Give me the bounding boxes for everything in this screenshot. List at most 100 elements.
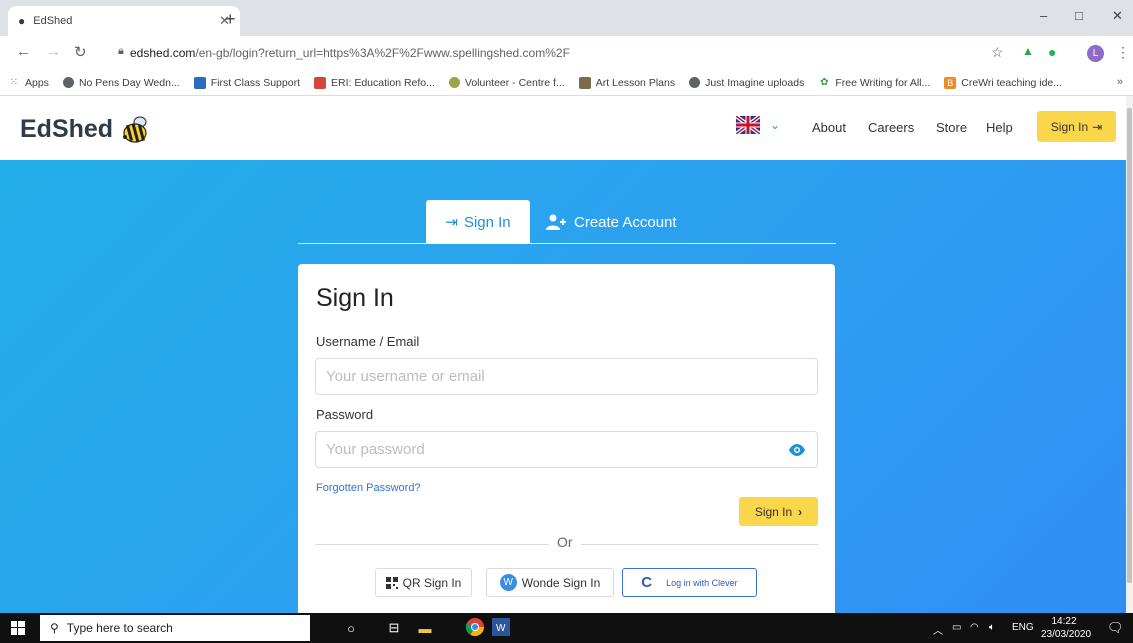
volume-icon[interactable]: 🔈︎ [989, 622, 995, 633]
cortana-icon[interactable]: ○ [340, 618, 362, 638]
nav-careers[interactable]: Careers [868, 120, 914, 135]
add-user-icon [546, 214, 566, 230]
uk-flag-icon[interactable] [736, 116, 760, 134]
eri-icon [314, 76, 326, 89]
bookmark-item[interactable]: ✿ Free Writing for All... [818, 77, 930, 89]
wifi-icon[interactable]: ◠ [970, 622, 979, 633]
tab-sign-in-label: Sign In [463, 213, 511, 231]
tab-create-account-label: Create Account [574, 213, 677, 231]
bookmark-item[interactable]: ERI: Education Refo... [314, 76, 435, 89]
url-path: /en-gb/login?return_url=https%3A%2F%2Fww… [195, 46, 570, 60]
bookmark-item[interactable]: First Class Support [193, 76, 300, 89]
volunteer-icon [448, 77, 460, 88]
bookmark-item[interactable]: B CreWri teaching ide... [944, 76, 1063, 89]
extension-icon-2[interactable]: ● [1048, 44, 1056, 60]
clever-logo-icon: C [641, 574, 653, 591]
wonde-sign-in-button[interactable]: W Wonde Sign In [486, 568, 614, 597]
reload-icon[interactable]: ↻ [74, 43, 87, 61]
taskbar-search-box[interactable]: ⚲ Type here to search [40, 615, 310, 641]
edshed-logo[interactable]: EdShed [20, 113, 151, 145]
bookmark-item[interactable]: Art Lesson Plans [578, 76, 676, 89]
url-host: edshed.com [130, 46, 196, 60]
svg-text:W: W [496, 623, 506, 634]
qr-sign-in-button[interactable]: QR Sign In [375, 568, 472, 597]
word-icon[interactable]: W [490, 617, 512, 637]
menu-kebab-icon[interactable]: ⋮ [1116, 44, 1130, 61]
header-sign-in-button[interactable]: Sign In ⇥ [1037, 111, 1116, 142]
sign-in-submit-button[interactable]: Sign In › [739, 497, 818, 526]
nav-about[interactable]: About [812, 120, 846, 135]
lock-icon: 🔒︎ [118, 45, 124, 57]
username-label: Username / Email [316, 334, 420, 349]
password-input[interactable] [315, 431, 818, 468]
blogger-icon: B [944, 76, 957, 89]
bookmark-item[interactable]: Volunteer - Centre f... [448, 77, 565, 89]
bookmark-label: Free Writing for All... [835, 76, 931, 89]
task-view-icon[interactable]: ⊟ [383, 618, 405, 638]
clock-time: 14:22 [1051, 616, 1077, 627]
forward-arrow-icon[interactable]: → [46, 43, 61, 60]
bookmark-apps[interactable]: ⁙ Apps [8, 77, 49, 89]
bookmark-item[interactable]: No Pens Day Wedn... [62, 76, 180, 89]
sign-in-submit-label: Sign In [754, 504, 793, 519]
search-icon: ⚲ [50, 621, 59, 635]
chevron-down-icon[interactable]: ⌄ [770, 118, 780, 132]
clever-login-button[interactable]: C Log in with Clever [622, 568, 757, 597]
bookmark-label: CreWri teaching ide... [961, 76, 1063, 89]
scrollbar-thumb[interactable] [1127, 108, 1132, 583]
close-window-button[interactable]: ✕ [1112, 8, 1123, 24]
card-title: Sign In [316, 284, 394, 312]
bee-logo-icon [123, 116, 147, 143]
bookmark-label: Apps [25, 76, 49, 89]
address-bar[interactable]: edshed.com/en-gb/login?return_url=https%… [130, 46, 570, 60]
bookmarks-overflow-icon[interactable]: » [1117, 76, 1123, 88]
chrome-icon[interactable] [464, 617, 486, 637]
tray-chevron-up-icon[interactable]: ︿ [933, 622, 943, 637]
apps-grid-icon: ⁙ [9, 76, 19, 88]
username-input[interactable] [315, 358, 818, 395]
tab-title: EdShed [33, 15, 73, 27]
windows-taskbar: ⚲ Type here to search ○ ⊟ ▬ W ︿ ▭ ◠ 🔈︎ E… [0, 613, 1133, 643]
bookmark-label: No Pens Day Wedn... [78, 76, 180, 89]
browser-toolbar: ← → ↻ 🔒︎ edshed.com/en-gb/login?return_u… [0, 36, 1133, 70]
clever-login-label: Log in with Clever [666, 577, 738, 588]
browser-tab[interactable]: ● EdShed ✕ [8, 6, 240, 36]
back-arrow-icon[interactable]: ← [16, 43, 31, 60]
bookmark-star-icon[interactable]: ☆ [991, 44, 1004, 61]
profile-avatar[interactable]: L [1087, 45, 1104, 62]
or-text: Or [549, 534, 581, 550]
qr-sign-in-label: QR Sign In [402, 575, 462, 590]
new-tab-button[interactable]: + [225, 9, 236, 30]
battery-icon[interactable]: ▭ [952, 622, 961, 633]
auth-tabs: ⇥ Sign In Create Account [298, 200, 836, 244]
art-lesson-icon [578, 76, 591, 89]
eye-icon[interactable] [789, 444, 805, 456]
bookmark-label: ERI: Education Refo... [331, 76, 435, 89]
taskbar-search-placeholder: Type here to search [66, 621, 173, 635]
minimize-button[interactable]: – [1040, 8, 1047, 23]
forgot-password-link[interactable]: Forgotten Password? [316, 482, 421, 494]
restore-button[interactable]: □ [1075, 8, 1083, 23]
wonde-logo-icon: W [499, 574, 517, 591]
free-writing-icon: ✿ [820, 76, 829, 88]
windows-start-icon[interactable] [11, 621, 25, 635]
taskbar-clock[interactable]: 14:22 23/03/2020 [1041, 615, 1091, 641]
logo-text: EdShed [20, 114, 114, 143]
chevron-right-icon: › [798, 504, 803, 519]
notifications-icon[interactable]: 🗨︎ [1107, 620, 1124, 636]
file-explorer-icon[interactable]: ▬ [414, 618, 436, 638]
qr-code-icon [385, 576, 398, 589]
globe-icon [62, 77, 74, 88]
bookmark-item[interactable]: Just Imagine uploads [689, 77, 804, 89]
password-label: Password [316, 407, 374, 422]
header-sign-in-label: Sign In [1050, 119, 1089, 134]
input-language[interactable]: ENG [1012, 622, 1034, 633]
nav-store[interactable]: Store [936, 120, 967, 135]
nav-help[interactable]: Help [986, 120, 1013, 135]
tab-create-account[interactable]: Create Account [546, 200, 677, 244]
tab-sign-in[interactable]: ⇥ Sign In [426, 200, 530, 244]
extension-icon[interactable]: ▲ [1022, 44, 1034, 58]
first-class-icon [193, 76, 206, 89]
edshed-favicon-icon: ● [18, 14, 26, 28]
bookmark-label: Art Lesson Plans [595, 76, 676, 89]
